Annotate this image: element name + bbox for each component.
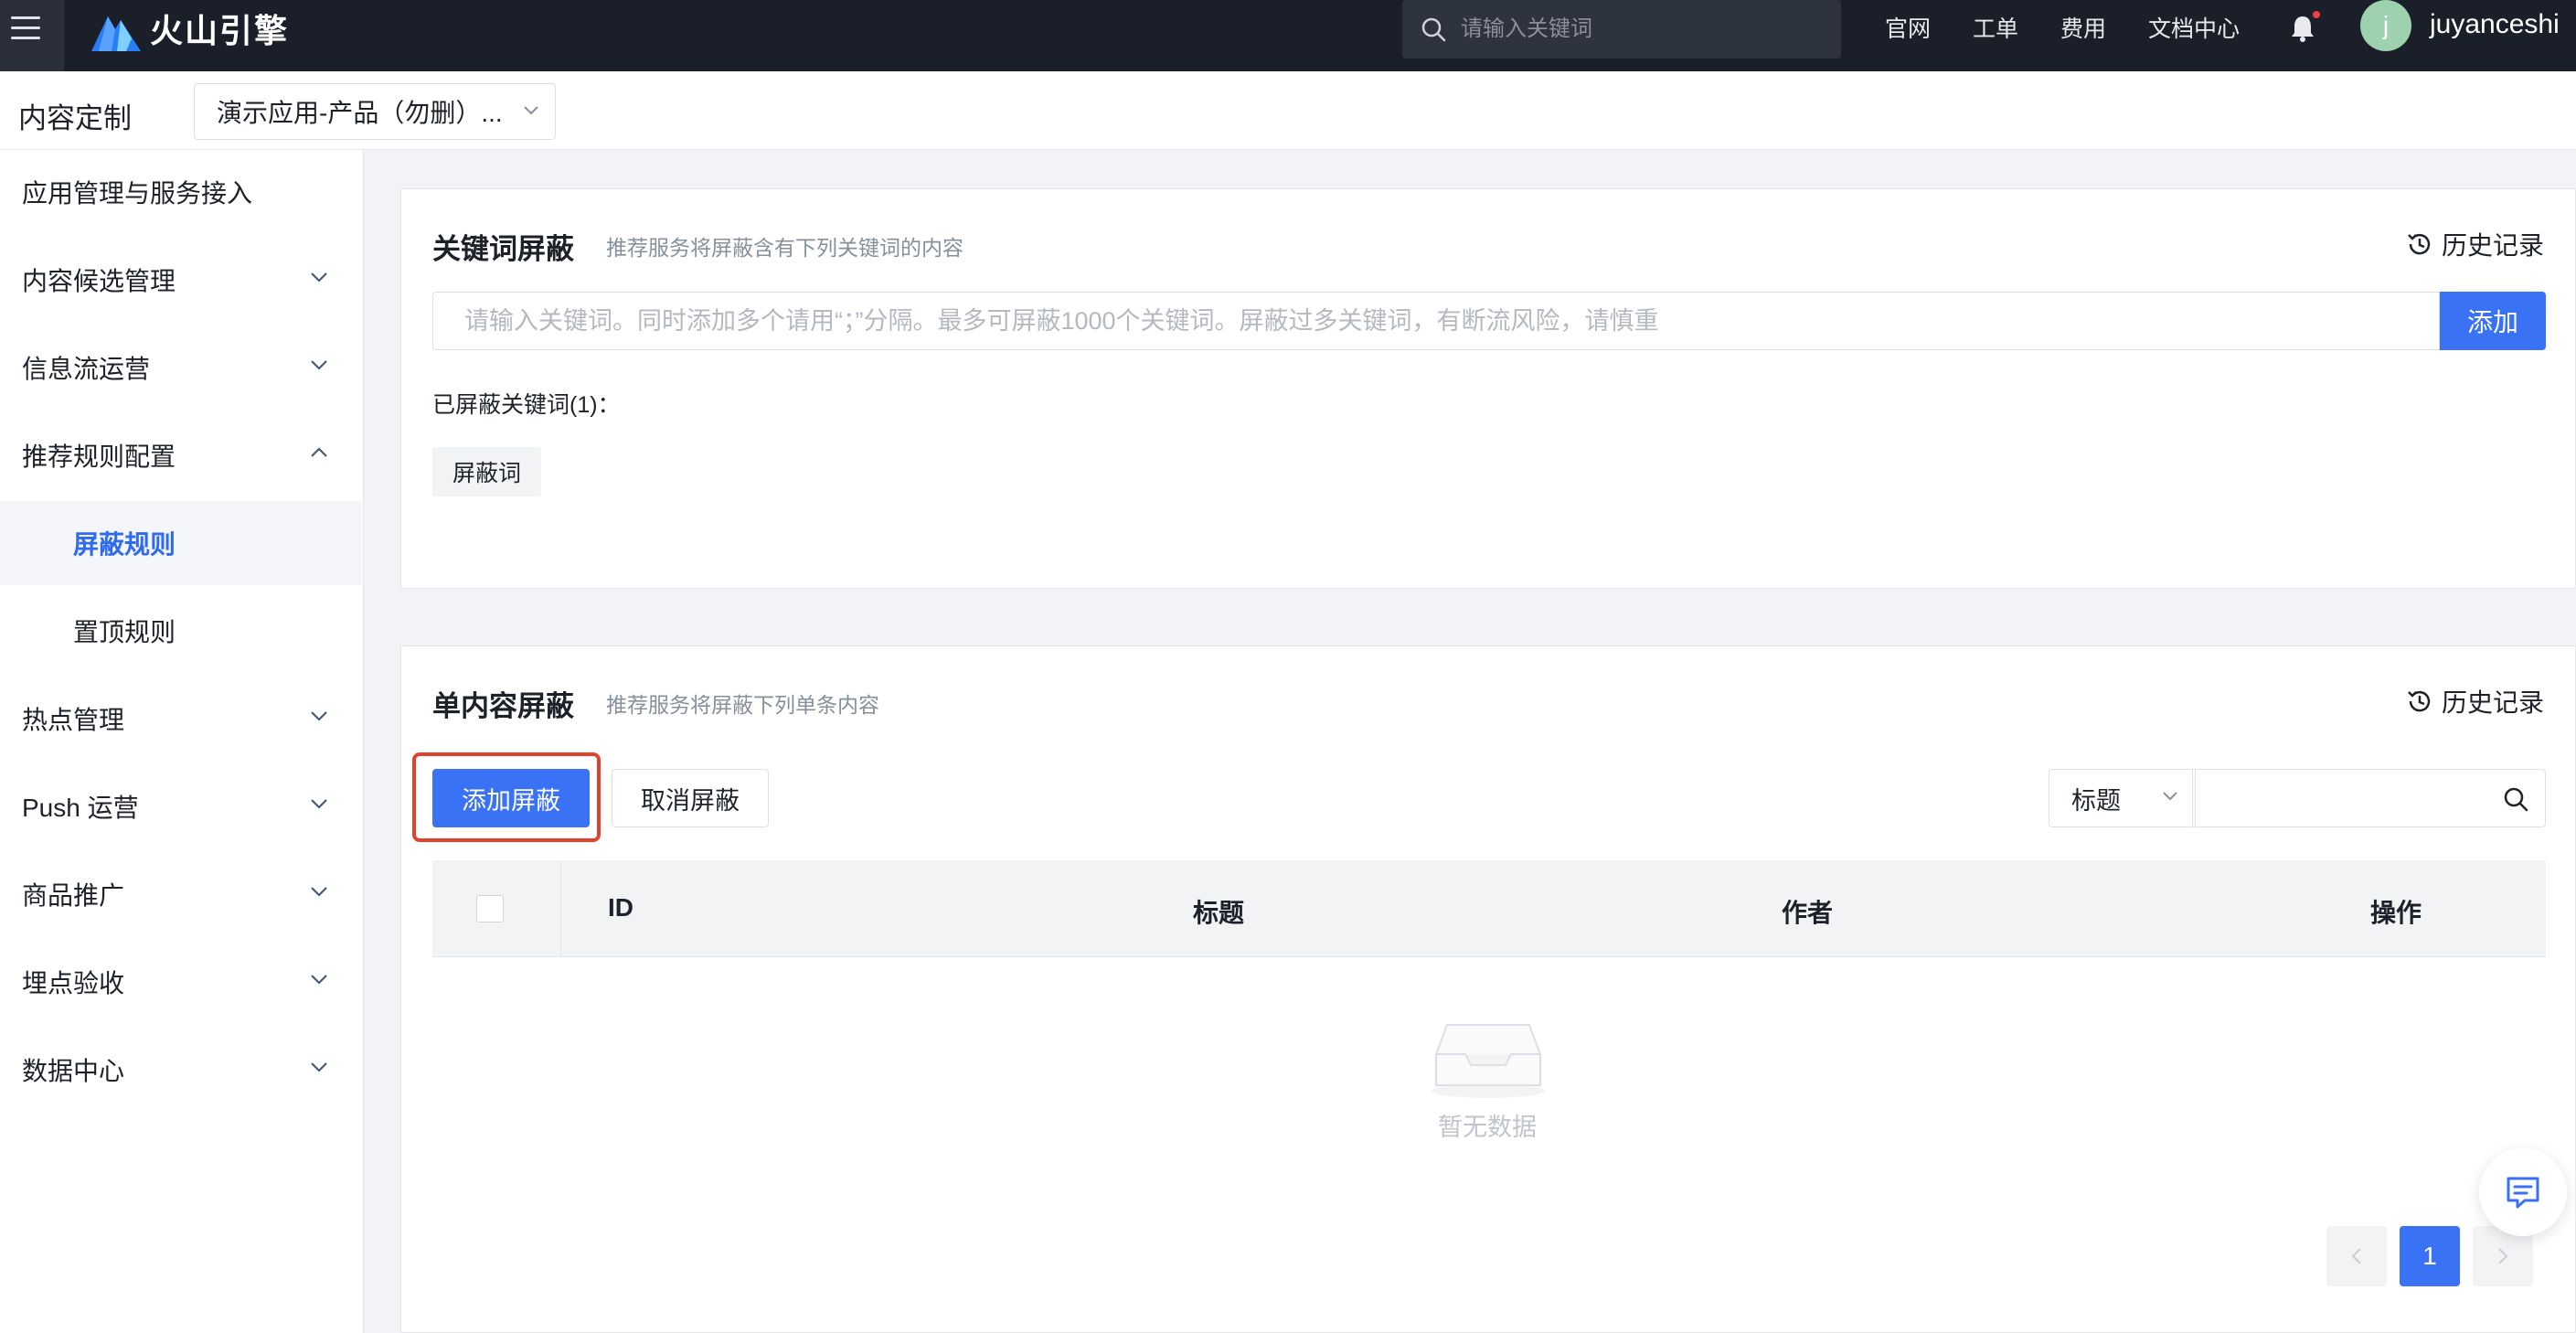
sidebar-item-label: 推荐规则配置 [22, 443, 176, 471]
sub-header: 内容定制 演示应用-产品（勿删）... [0, 71, 2576, 150]
chevron-down-icon [311, 799, 327, 809]
section-title: 关键词屏蔽 [432, 233, 574, 265]
notification-dot [2313, 11, 2320, 18]
nav-official-site[interactable]: 官网 [1885, 11, 1931, 44]
sidebar-item-block-rules[interactable]: 屏蔽规则 [0, 501, 362, 585]
global-search[interactable] [1402, 0, 1841, 59]
chevron-down-icon [311, 975, 327, 985]
search-icon[interactable] [2502, 785, 2529, 813]
filter-field-select[interactable]: 标题 [2049, 769, 2193, 827]
empty-state-text: 暂无数据 [1438, 1114, 1537, 1141]
sidebar-item-rule-config[interactable]: 推荐规则配置 [0, 413, 362, 497]
sidebar-item-label: 商品推广 [22, 881, 125, 910]
table-header: ID 标题 作者 操作 [432, 860, 2546, 957]
chat-icon [2507, 1177, 2539, 1209]
nav-billing[interactable]: 费用 [2060, 11, 2106, 44]
sidebar-item-label: Push 运营 [22, 794, 139, 822]
chevron-down-icon [524, 106, 538, 115]
sidebar-item-label: 屏蔽规则 [73, 530, 176, 559]
sidebar-item-label: 置顶规则 [73, 618, 176, 646]
sidebar-item-content-candidates[interactable]: 内容候选管理 [0, 238, 362, 322]
sidebar-item-app-management[interactable]: 应用管理与服务接入 [0, 150, 362, 234]
section-desc: 推荐服务将屏蔽含有下列关键词的内容 [606, 236, 963, 260]
page-number-button[interactable]: 1 [2400, 1226, 2460, 1286]
prev-page-button[interactable] [2326, 1226, 2387, 1286]
top-bar: 火山引擎 官网 工单 费用 文档中心 j juyanceshi [0, 0, 2576, 71]
history-label: 历史记录 [2441, 688, 2544, 717]
add-keyword-button[interactable]: 添加 [2440, 292, 2546, 350]
sidebar-item-pin-rules[interactable]: 置顶规则 [0, 589, 362, 673]
history-label: 历史记录 [2441, 231, 2544, 260]
column-header-actions: 操作 [2370, 899, 2422, 927]
column-header-id: ID [608, 893, 633, 922]
menu-icon[interactable] [0, 0, 64, 71]
add-block-button[interactable]: 添加屏蔽 [432, 769, 590, 827]
sidebar-item-tracking-check[interactable]: 埋点验收 [0, 940, 362, 1024]
history-button[interactable]: 历史记录 [2405, 683, 2544, 720]
sidebar-item-feed-ops[interactable]: 信息流运营 [0, 325, 362, 410]
column-divider [560, 860, 561, 957]
sidebar-item-label: 数据中心 [22, 1057, 125, 1085]
chevron-down-icon [311, 711, 327, 721]
history-icon [2408, 233, 2431, 255]
select-all-checkbox[interactable] [476, 895, 504, 922]
sidebar: 应用管理与服务接入 内容候选管理 信息流运营 推荐规则配置 屏蔽规则 置顶规则 … [0, 150, 364, 1333]
keyword-tag[interactable]: 屏蔽词 [432, 447, 542, 496]
sidebar-item-label: 埋点验收 [22, 969, 125, 997]
sidebar-item-hot-topics[interactable]: 热点管理 [0, 677, 362, 761]
keyword-input[interactable] [432, 292, 2440, 350]
chevron-right-icon [2498, 1248, 2508, 1264]
empty-box-icon [1432, 1024, 1545, 1098]
chat-support-button[interactable] [2479, 1148, 2567, 1236]
chevron-down-icon [311, 887, 327, 897]
global-search-input[interactable] [1461, 16, 1808, 42]
sidebar-item-label: 信息流运营 [22, 355, 151, 383]
section-desc: 推荐服务将屏蔽下列单条内容 [606, 693, 879, 717]
chevron-down-icon [311, 272, 327, 283]
section-title: 单内容屏蔽 [432, 690, 574, 722]
chevron-left-icon [2351, 1248, 2361, 1264]
sidebar-item-label: 内容候选管理 [22, 267, 176, 295]
nav-docs[interactable]: 文档中心 [2148, 11, 2240, 44]
keyword-block-card: 关键词屏蔽 推荐服务将屏蔽含有下列关键词的内容 历史记录 添加 已屏蔽关键词(1… [400, 188, 2576, 589]
filter-search-input[interactable] [2195, 769, 2546, 827]
sidebar-item-product-promo[interactable]: 商品推广 [0, 852, 362, 936]
nav-tickets[interactable]: 工单 [1973, 11, 2018, 44]
username[interactable]: juyanceshi [2430, 9, 2560, 40]
app-select-value: 演示应用-产品（勿删）... [217, 99, 503, 127]
content-block-card: 单内容屏蔽 推荐服务将屏蔽下列单条内容 历史记录 添加屏蔽 取消屏蔽 标题 ID… [400, 645, 2576, 1333]
sidebar-item-data-center[interactable]: 数据中心 [0, 1028, 362, 1112]
sidebar-item-label: 热点管理 [22, 706, 125, 734]
filter-field-value: 标题 [2071, 786, 2121, 815]
cancel-block-button[interactable]: 取消屏蔽 [612, 769, 769, 827]
avatar[interactable]: j [2360, 0, 2411, 51]
sidebar-item-push-ops[interactable]: Push 运营 [0, 764, 362, 848]
chevron-up-icon [311, 447, 327, 457]
column-header-title: 标题 [1193, 899, 1245, 927]
search-icon [1421, 17, 1446, 42]
chevron-down-icon [311, 360, 327, 370]
chevron-down-icon [2163, 792, 2177, 801]
chevron-down-icon [311, 1062, 327, 1072]
volcano-logo-icon [91, 16, 141, 51]
history-icon [2408, 690, 2431, 712]
column-header-author: 作者 [1782, 899, 1834, 927]
logo-text: 火山引擎 [150, 12, 290, 49]
history-button[interactable]: 历史记录 [2405, 226, 2544, 262]
blocked-keywords-label: 已屏蔽关键词(1)： [432, 392, 621, 418]
sidebar-item-label: 应用管理与服务接入 [22, 179, 253, 208]
logo[interactable]: 火山引擎 [90, 2, 289, 55]
app-select[interactable]: 演示应用-产品（勿删）... [194, 83, 556, 140]
page-title: 内容定制 [18, 102, 132, 134]
